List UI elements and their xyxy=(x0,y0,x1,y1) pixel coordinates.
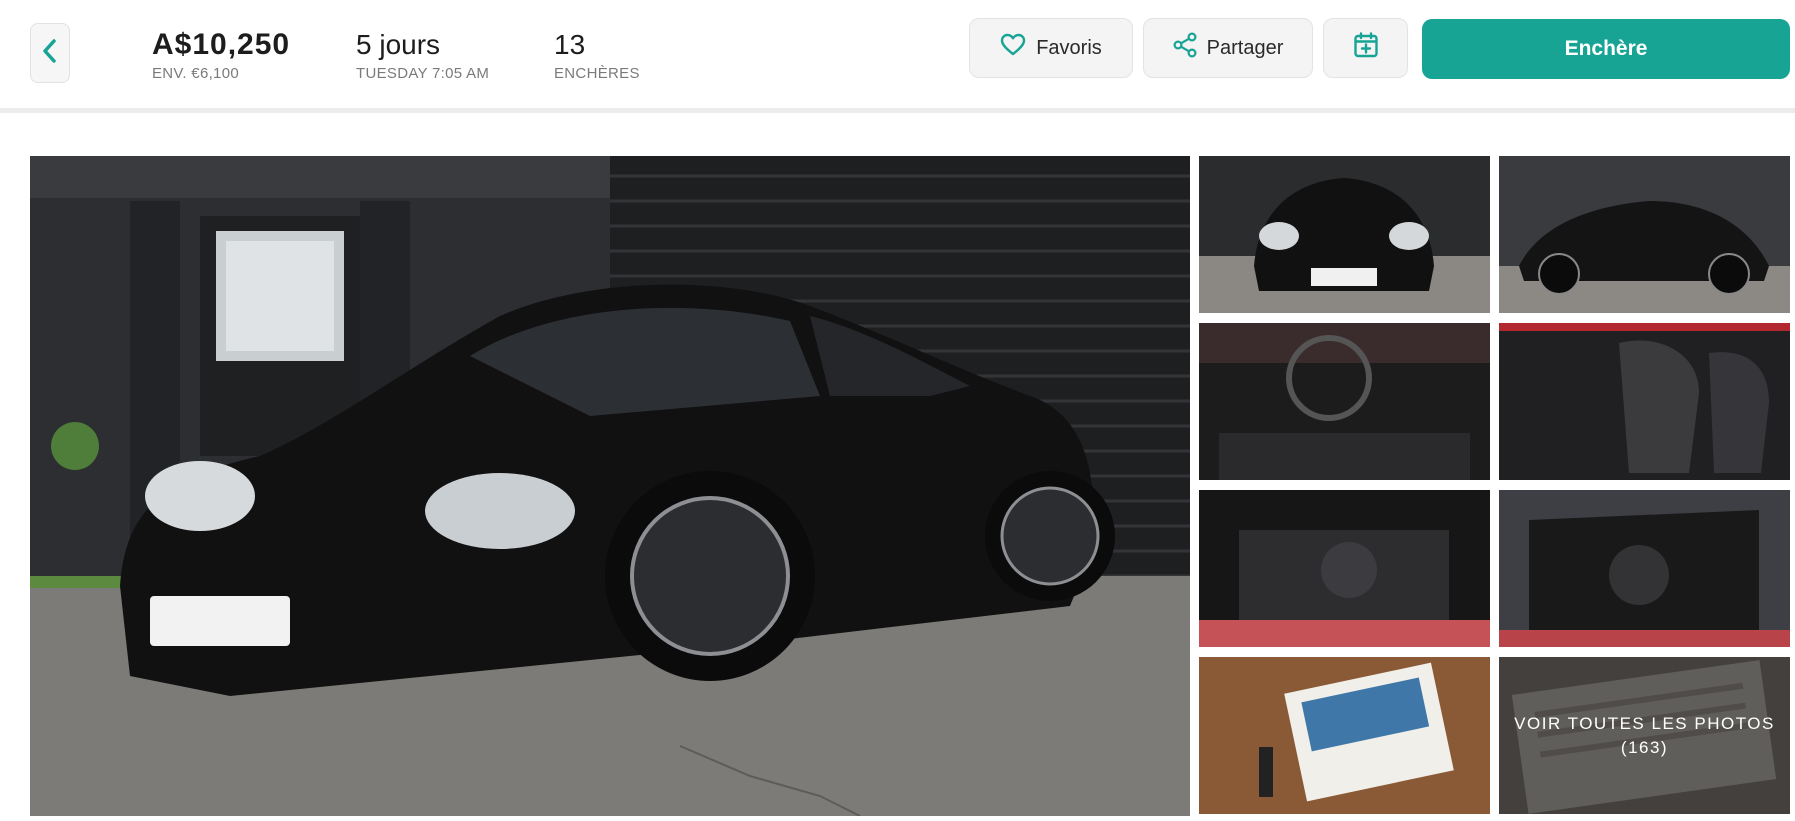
main-photo[interactable] xyxy=(30,156,1190,816)
engine-open-image xyxy=(1499,490,1790,647)
car-side-image xyxy=(1499,156,1790,313)
price-value: A$10,250 xyxy=(152,28,291,61)
keys-and-manual-image xyxy=(1199,657,1490,814)
price-converted: ENV. €6,100 xyxy=(152,65,239,82)
chevron-left-icon xyxy=(40,38,60,69)
bid-count-value: 13 xyxy=(554,29,586,60)
thumbnail-front[interactable] xyxy=(1199,156,1490,313)
share-button[interactable]: Partager xyxy=(1143,18,1313,78)
bid-count: 13 ENCHÈRES xyxy=(554,28,640,82)
place-bid-button[interactable]: Enchère xyxy=(1422,19,1790,79)
calendar-add-icon xyxy=(1353,31,1379,65)
thumbnail-dashboard[interactable] xyxy=(1199,323,1490,480)
photo-count: (163) xyxy=(1620,737,1669,757)
thumbnail-seats[interactable] xyxy=(1499,323,1790,480)
car-front-image xyxy=(1199,156,1490,313)
time-remaining: 5 jours TUESDAY 7:05 AM xyxy=(356,28,489,82)
share-icon xyxy=(1173,32,1197,64)
share-label: Partager xyxy=(1206,36,1284,59)
see-all-photos-tile[interactable]: VOIR TOUTES LES PHOTOS (163) xyxy=(1499,657,1790,814)
auction-header-bar: A$10,250 ENV. €6,100 5 jours TUESDAY 7:0… xyxy=(0,0,1795,113)
current-price: A$10,250 ENV. €6,100 xyxy=(152,28,290,82)
interior-dashboard-image xyxy=(1199,323,1490,480)
end-time: TUESDAY 7:05 AM xyxy=(356,65,490,82)
heart-icon xyxy=(1000,33,1026,63)
favorite-label: Favoris xyxy=(1036,36,1102,59)
see-all-photos-label: VOIR TOUTES LES PHOTOS (163) xyxy=(1499,657,1790,814)
see-all-text: VOIR TOUTES LES PHOTOS xyxy=(1514,713,1775,733)
time-left-value: 5 jours xyxy=(356,29,441,60)
add-to-calendar-button[interactable] xyxy=(1323,18,1408,78)
interior-seats-image xyxy=(1499,323,1790,480)
thumbnail-side[interactable] xyxy=(1499,156,1790,313)
engine-bay-image xyxy=(1199,490,1490,647)
place-bid-label: Enchère xyxy=(1564,37,1648,60)
thumbnail-engine-2[interactable] xyxy=(1499,490,1790,647)
thumbnail-engine-1[interactable] xyxy=(1199,490,1490,647)
favorite-button[interactable]: Favoris xyxy=(969,18,1133,78)
car-main-image xyxy=(30,156,1190,816)
back-button[interactable] xyxy=(30,23,70,83)
thumbnail-documents[interactable] xyxy=(1199,657,1490,814)
bid-count-label: ENCHÈRES xyxy=(554,65,640,82)
